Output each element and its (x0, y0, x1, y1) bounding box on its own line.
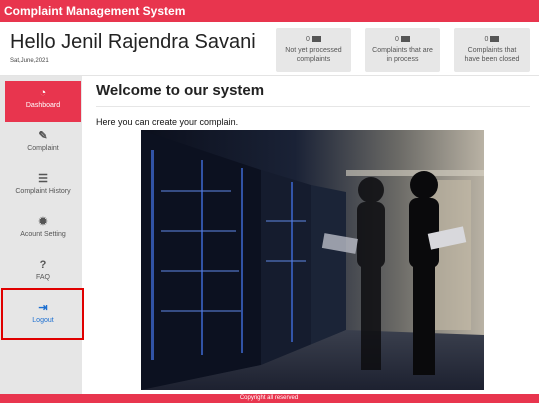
stat-closed: 0 Complaints that have been closed (454, 28, 530, 72)
dashboard-icon: ◔ (39, 87, 47, 99)
divider (96, 106, 530, 107)
sidebar-item-complaint[interactable]: ✎ Complaint (5, 124, 81, 165)
sidebar-item-label: Complaint History (15, 188, 71, 195)
sidebar: ◔ Dashboard ✎ Complaint ☰ Complaint Hist… (0, 76, 82, 394)
greeting: Hello Jenil Rajendra Savani (10, 31, 256, 53)
sidebar-item-label: Complaint (27, 145, 59, 152)
database-icon (311, 36, 321, 42)
stat-not-processed: 0 Not yet processed complaints (276, 28, 351, 72)
stat-count: 0 (484, 36, 489, 43)
logout-highlight-box (1, 288, 84, 340)
stat-label: Not yet processed (285, 47, 342, 54)
page-title: Welcome to our system (96, 82, 265, 99)
server-room-image (141, 130, 484, 390)
question-icon: ? (39, 259, 47, 271)
app-title: Complaint Management System (4, 4, 186, 18)
sidebar-item-dashboard[interactable]: ◔ Dashboard (5, 81, 81, 122)
sidebar-item-account-setting[interactable]: ✹ Acount Setting (5, 210, 81, 251)
stat-label: in process (386, 56, 419, 63)
footer: Copyright all reserved (0, 394, 539, 403)
database-icon (490, 36, 500, 42)
stat-label: Complaints that are (372, 47, 433, 54)
stat-label: have been closed (464, 56, 520, 63)
date-label: Sat,June,2021 (10, 58, 49, 64)
sidebar-item-complaint-history[interactable]: ☰ Complaint History (5, 167, 81, 208)
sidebar-item-label: Dashboard (25, 102, 61, 109)
pencil-icon: ✎ (38, 130, 48, 142)
stat-in-process: 0 Complaints that are in process (365, 28, 440, 72)
app-title-bar: Complaint Management System (0, 0, 539, 22)
intro-text: Here you can create your complain. (96, 117, 239, 127)
footer-text: Copyright all reserved (5, 394, 533, 403)
stat-count: 0 (395, 36, 399, 43)
sidebar-item-label: Acount Setting (20, 231, 66, 238)
sidebar-item-label: FAQ (35, 274, 50, 281)
list-icon: ☰ (38, 173, 48, 185)
stat-count: 0 (306, 36, 310, 43)
gear-icon: ✹ (38, 216, 48, 228)
stat-label: Complaints that (467, 47, 517, 54)
stat-label: complaints (296, 56, 331, 63)
header: Hello Jenil Rajendra Savani Sat,June,202… (0, 22, 539, 76)
database-icon (400, 36, 410, 42)
